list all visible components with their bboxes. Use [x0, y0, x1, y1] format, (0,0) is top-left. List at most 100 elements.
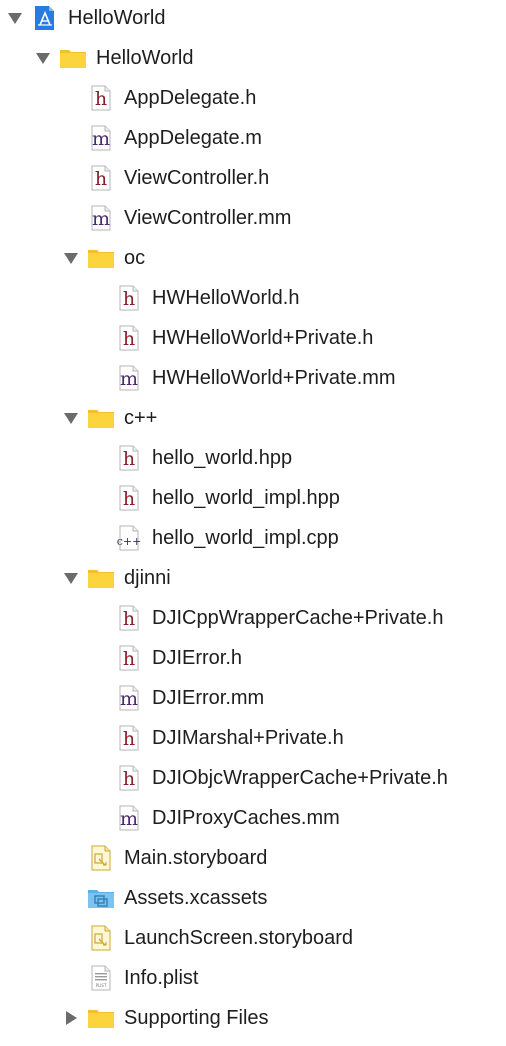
tree-file-row[interactable]: m AppDelegate.m [0, 118, 506, 158]
tree-item-label: hello_world.hpp [152, 447, 293, 469]
tree-item-label: Assets.xcassets [124, 887, 268, 909]
disclosure-expanded-icon[interactable] [64, 571, 78, 585]
disclosure-expanded-icon[interactable] [64, 251, 78, 265]
tree-group-row[interactable]: c++ [0, 398, 506, 438]
tree-item-label: c++ [124, 407, 158, 429]
header-file-icon: h [115, 484, 143, 512]
header-file-icon: h [87, 164, 115, 192]
tree-item-label: Main.storyboard [124, 847, 268, 869]
svg-text:h: h [123, 728, 135, 750]
tree-file-row[interactable]: Assets.xcassets [0, 878, 506, 918]
tree-file-row[interactable]: h DJIObjcWrapperCache+Private.h [0, 758, 506, 798]
project-navigator: HelloWorld HelloWorld h AppDelegate.h m AppDe… [0, 0, 506, 1046]
header-file-icon: h [115, 604, 143, 632]
tree-item-label: Info.plist [124, 967, 199, 989]
tree-group-row[interactable]: HelloWorld [0, 38, 506, 78]
svg-text:h: h [123, 648, 135, 670]
tree-file-row[interactable]: h HWHelloWorld.h [0, 278, 506, 318]
tree-file-row[interactable]: m DJIProxyCaches.mm [0, 798, 506, 838]
svg-text:h: h [123, 288, 135, 310]
tree-item-label: HWHelloWorld+Private.mm [152, 367, 396, 389]
svg-text:h: h [123, 448, 135, 470]
tree-group-row[interactable]: HelloWorld [0, 0, 506, 38]
svg-text:m: m [120, 688, 138, 710]
tree-item-label: hello_world_impl.cpp [152, 527, 339, 549]
header-file-icon: h [115, 444, 143, 472]
tree-file-row[interactable]: m DJIError.mm [0, 678, 506, 718]
tree-item-label: Supporting Files [124, 1007, 269, 1029]
disclosure-expanded-icon[interactable] [36, 51, 50, 65]
tree-file-row[interactable]: h hello_world.hpp [0, 438, 506, 478]
svg-text:h: h [95, 168, 107, 190]
tree-file-row[interactable]: h AppDelegate.h [0, 78, 506, 118]
disclosure-expanded-icon[interactable] [8, 11, 22, 25]
tree-item-label: AppDelegate.m [124, 127, 262, 149]
header-file-icon: h [115, 644, 143, 672]
tree-item-label: DJIError.h [152, 647, 243, 669]
tree-file-row[interactable]: h DJIMarshal+Private.h [0, 718, 506, 758]
svg-text:h: h [123, 328, 135, 350]
header-file-icon: h [87, 84, 115, 112]
tree-item-label: HelloWorld [96, 47, 194, 69]
tree-file-row[interactable]: h ViewController.h [0, 158, 506, 198]
tree-file-row[interactable]: h hello_world_impl.hpp [0, 478, 506, 518]
tree-file-row[interactable]: PLIST Info.plist [0, 958, 506, 998]
tree-item-label: HWHelloWorld.h [152, 287, 300, 309]
tree-item-label: HelloWorld [68, 7, 166, 29]
tree-item-label: hello_world_impl.hpp [152, 487, 340, 509]
tree-item-label: djinni [124, 567, 171, 589]
storyboard-file-icon [87, 844, 115, 872]
objc-file-icon: m [87, 204, 115, 232]
header-file-icon: h [115, 724, 143, 752]
tree-item-label: AppDelegate.h [124, 87, 257, 109]
tree-file-row[interactable]: h HWHelloWorld+Private.h [0, 318, 506, 358]
tree-item-label: DJICppWrapperCache+Private.h [152, 607, 444, 629]
folder-icon [87, 1004, 115, 1032]
tree-file-row[interactable]: Main.storyboard [0, 838, 506, 878]
objc-file-icon: m [87, 124, 115, 152]
asset-catalog-icon [87, 884, 115, 912]
svg-text:m: m [92, 208, 110, 230]
storyboard-file-icon [87, 924, 115, 952]
tree-item-label: DJIMarshal+Private.h [152, 727, 344, 749]
folder-icon [59, 44, 87, 72]
disclosure-expanded-icon[interactable] [64, 411, 78, 425]
tree-group-row[interactable]: oc [0, 238, 506, 278]
cpp-file-icon: c++ [115, 524, 143, 552]
svg-text:h: h [123, 768, 135, 790]
objc-file-icon: m [115, 364, 143, 392]
folder-icon [87, 404, 115, 432]
folder-icon [87, 564, 115, 592]
xcode-project-icon [31, 4, 59, 32]
svg-text:c++: c++ [117, 535, 142, 548]
disclosure-collapsed-icon[interactable] [64, 1011, 78, 1025]
svg-text:h: h [123, 488, 135, 510]
objc-file-icon: m [115, 684, 143, 712]
tree-item-label: DJIError.mm [152, 687, 265, 709]
plist-file-icon: PLIST [87, 964, 115, 992]
tree-item-label: DJIObjcWrapperCache+Private.h [152, 767, 448, 789]
tree-file-row[interactable]: m ViewController.mm [0, 198, 506, 238]
svg-text:PLIST: PLIST [96, 983, 107, 988]
header-file-icon: h [115, 324, 143, 352]
folder-icon [87, 244, 115, 272]
tree-item-label: ViewController.mm [124, 207, 292, 229]
tree-group-row[interactable]: Supporting Files [0, 998, 506, 1038]
tree-group-row[interactable]: djinni [0, 558, 506, 598]
objc-file-icon: m [115, 804, 143, 832]
svg-text:h: h [95, 88, 107, 110]
svg-text:h: h [123, 608, 135, 630]
tree-file-row[interactable]: LaunchScreen.storyboard [0, 918, 506, 958]
tree-file-row[interactable]: h DJICppWrapperCache+Private.h [0, 598, 506, 638]
tree-file-row[interactable]: m HWHelloWorld+Private.mm [0, 358, 506, 398]
tree-item-label: ViewController.h [124, 167, 270, 189]
header-file-icon: h [115, 284, 143, 312]
svg-text:m: m [120, 808, 138, 830]
tree-item-label: DJIProxyCaches.mm [152, 807, 340, 829]
svg-text:m: m [92, 128, 110, 150]
header-file-icon: h [115, 764, 143, 792]
tree-item-label: HWHelloWorld+Private.h [152, 327, 374, 349]
tree-file-row[interactable]: h DJIError.h [0, 638, 506, 678]
tree-file-row[interactable]: c++ hello_world_impl.cpp [0, 518, 506, 558]
tree-item-label: LaunchScreen.storyboard [124, 927, 354, 949]
